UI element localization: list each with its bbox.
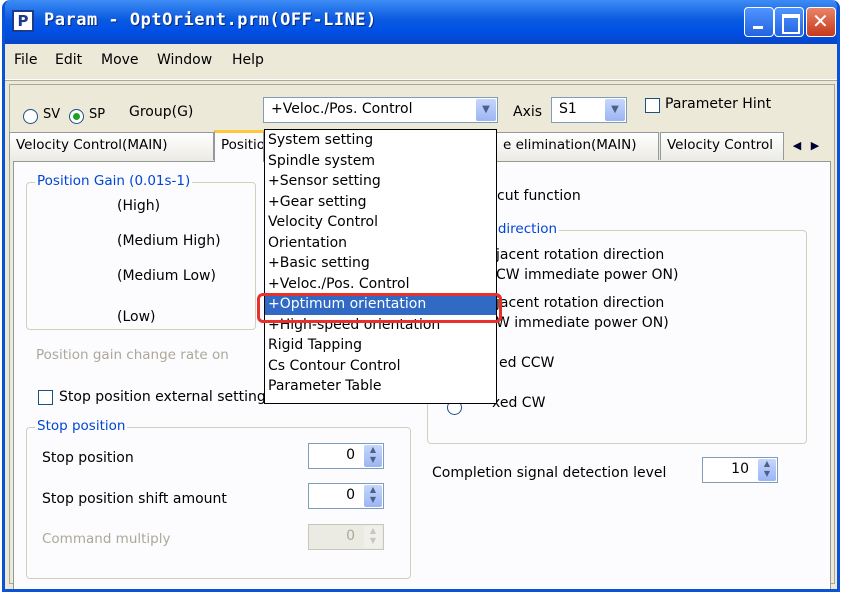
change-rate-label: Position gain change rate on (36, 347, 229, 363)
command-multiply-spinner: 0 ▲ ▼ (308, 524, 384, 550)
menu-edit[interactable]: Edit (55, 52, 82, 68)
tab-velocity-control[interactable]: Velocity Control (660, 132, 784, 160)
annotation-highlight (257, 293, 502, 323)
group-label: Group(G) (129, 104, 194, 120)
command-multiply-label: Command multiply (42, 531, 171, 547)
window-title: Param - OptOrient.prm(OFF-LINE) (44, 10, 377, 30)
app-icon: P (12, 10, 34, 32)
shift-amount-value: 0 (346, 487, 355, 503)
direction-option-2-line1: jacent rotation direction (496, 295, 665, 311)
direction-option-1-line1: jacent rotation direction (496, 247, 665, 263)
menu-move[interactable]: Move (101, 52, 139, 68)
menu-help[interactable]: Help (232, 52, 264, 68)
sv-label: SV (43, 107, 61, 122)
tab-scroll-right-icon[interactable]: ▶ (807, 136, 823, 156)
spinner-arrows-icon[interactable]: ▲ ▼ (758, 459, 776, 481)
stop-position-spinner[interactable]: 0 ▲ ▼ (308, 443, 384, 469)
dropdown-item-parameter-table[interactable]: Parameter Table (265, 376, 496, 397)
chevron-down-icon[interactable]: ▼ (605, 99, 625, 121)
parameter-hint-label: Parameter Hint (665, 96, 772, 112)
menu-file[interactable]: File (14, 52, 37, 68)
tab-scroll-left-icon[interactable]: ◀ (789, 136, 805, 156)
dropdown-item-system-setting[interactable]: System setting (265, 130, 496, 151)
group-select-value: +Veloc./Pos. Control (271, 101, 413, 117)
tab-position[interactable]: Position (214, 130, 264, 162)
direction-option-2-line2: W immediate power ON) (496, 315, 669, 331)
spinner-arrows-icon: ▲ ▼ (364, 526, 382, 548)
completion-level-spinner[interactable]: 10 ▲ ▼ (702, 457, 778, 483)
dropdown-item-orientation[interactable]: Orientation (265, 233, 496, 254)
stop-position-value: 0 (346, 447, 355, 463)
completion-level-label: Completion signal detection level (432, 465, 667, 481)
gain-medium-low-label: (Medium Low) (117, 268, 216, 284)
chevron-down-icon[interactable]: ▼ (476, 99, 496, 121)
group-select[interactable]: +Veloc./Pos. Control ▼ (263, 97, 498, 123)
shift-amount-spinner[interactable]: 0 ▲ ▼ (308, 483, 384, 509)
close-button[interactable] (806, 7, 836, 37)
dropdown-item-cs-contour-control[interactable]: Cs Contour Control (265, 356, 496, 377)
minimize-button[interactable] (744, 7, 774, 37)
stop-position-label: Stop position (42, 450, 134, 466)
sp-label: SP (89, 107, 106, 122)
dropdown-item-sensor-setting[interactable]: +Sensor setting (265, 171, 496, 192)
axis-select-value: S1 (559, 101, 577, 117)
axis-label: Axis (513, 104, 543, 120)
menu-window[interactable]: Window (157, 52, 212, 68)
shortcut-function-label: cut function (497, 188, 581, 204)
stop-external-label: Stop position external setting (59, 389, 266, 405)
dropdown-item-veloc-pos-control[interactable]: +Veloc./Pos. Control (265, 274, 496, 295)
dropdown-item-basic-setting[interactable]: +Basic setting (265, 253, 496, 274)
param-window: P Param - OptOrient.prm(OFF-LINE) File E… (2, 0, 840, 592)
spinner-arrows-icon[interactable]: ▲ ▼ (364, 485, 382, 507)
parameter-hint-checkbox[interactable] (645, 98, 660, 113)
shift-amount-label: Stop position shift amount (42, 491, 227, 507)
dropdown-item-rigid-tapping[interactable]: Rigid Tapping (265, 335, 496, 356)
stop-position-title: Stop position (35, 418, 128, 434)
title-bar[interactable]: P Param - OptOrient.prm(OFF-LINE) (5, 0, 837, 44)
gain-high-label: (High) (117, 198, 161, 214)
direction-option-1-line2: CW immediate power ON) (496, 267, 679, 283)
spinner-arrows-icon[interactable]: ▲ ▼ (364, 445, 382, 467)
command-multiply-value: 0 (346, 528, 355, 544)
stop-external-checkbox[interactable] (38, 390, 53, 405)
position-gain-title: Position Gain (0.01s-1) (35, 173, 193, 189)
gain-medium-high-label: (Medium High) (117, 233, 221, 249)
dropdown-item-spindle-system[interactable]: Spindle system (265, 151, 496, 172)
group-dropdown-list: System setting Spindle system +Sensor se… (264, 129, 497, 404)
sp-radio[interactable] (69, 109, 84, 124)
dropdown-item-velocity-control[interactable]: Velocity Control (265, 212, 496, 233)
sv-radio[interactable] (23, 109, 38, 124)
gain-low-label: (Low) (117, 309, 156, 325)
tab-velocity-control-main[interactable]: Velocity Control(MAIN) (9, 132, 214, 160)
direction-option-3: ed CCW (499, 355, 555, 371)
completion-level-value: 10 (731, 461, 749, 477)
direction-option-4: xed CW (492, 395, 546, 411)
maximize-button[interactable] (774, 7, 804, 37)
axis-select[interactable]: S1 ▼ (551, 97, 627, 123)
menu-bar: File Edit Move Window Help (5, 44, 837, 80)
dropdown-item-gear-setting[interactable]: +Gear setting (265, 192, 496, 213)
tab-elimination-main[interactable]: e elimination(MAIN) (497, 132, 659, 160)
